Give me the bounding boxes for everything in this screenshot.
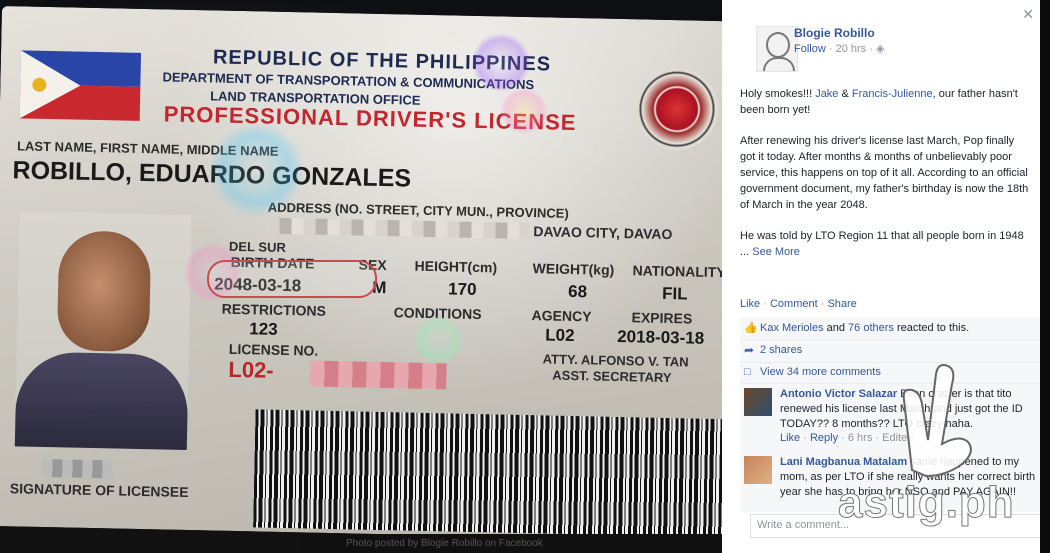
expires-value: 2018-03-18	[617, 326, 705, 348]
reactions-bar: 👍 Kax Merioles and 76 others reacted to …	[740, 317, 1040, 340]
license-no-value: L02-	[228, 356, 274, 383]
watermark-text: astig.ph	[838, 478, 1015, 528]
birth-date-highlight	[207, 260, 377, 298]
restrictions-value: 123	[249, 319, 278, 339]
reactor-name[interactable]: Kax Merioles	[760, 322, 824, 334]
post-text: Holy smokes!!!	[740, 88, 816, 100]
reactions-tail: reacted to this.	[893, 322, 970, 334]
action-separator: ·	[760, 298, 770, 310]
follow-link[interactable]: Follow	[794, 43, 826, 55]
commenter-name[interactable]: Antonio Victor Salazar	[780, 388, 897, 400]
commenter-avatar[interactable]	[744, 388, 772, 416]
expires-label: EXPIRES	[631, 309, 693, 327]
nationality-value: FIL	[661, 283, 688, 304]
restrictions-label: RESTRICTIONS	[221, 300, 327, 319]
comment-action-separator: ·	[800, 432, 810, 444]
reactors-others[interactable]: 76 others	[848, 322, 894, 334]
tag-francis-julienne[interactable]: Francis-Julienne	[852, 88, 933, 100]
weight-label: WEIGHT(kg)	[532, 260, 615, 278]
signature-label: SIGNATURE OF LICENSEE	[9, 480, 189, 501]
meta-separator: ·	[828, 43, 836, 55]
address-line2: DEL SUR	[228, 238, 286, 255]
viewer-edge	[1040, 0, 1050, 553]
globe-icon: ◈	[875, 43, 885, 55]
address-redacted	[267, 217, 530, 240]
photo-caption-strip: Photo posted by Blogie Robillo on Facebo…	[300, 534, 722, 553]
photo-caption: Photo posted by Blogie Robillo on Facebo…	[346, 538, 543, 549]
share-arrow-icon: ➦	[744, 343, 755, 357]
comment-reply-link[interactable]: Reply	[810, 432, 838, 444]
comment-link[interactable]: Comment	[770, 298, 818, 310]
license-photo[interactable]: REPUBLIC OF THE PHILIPPINES DEPARTMENT O…	[0, 0, 722, 553]
share-link[interactable]: Share	[827, 298, 856, 310]
post-text: &	[838, 88, 852, 100]
lto-seal-icon	[635, 67, 719, 152]
post-actions: Like · Comment · Share	[740, 298, 857, 310]
signatory-title: ASST. SECRETARY	[552, 367, 672, 386]
license-no-redacted	[310, 360, 447, 390]
view-more-comments-link[interactable]: View 34 more comments	[760, 366, 881, 378]
write-comment-placeholder: Write a comment...	[757, 519, 850, 531]
post-paragraph: Holy smokes!!! Jake & Francis-Julienne, …	[740, 86, 1030, 118]
post-time[interactable]: 20 hrs	[836, 43, 867, 55]
tag-jake[interactable]: Jake	[815, 88, 838, 100]
comment-action-separator: ·	[838, 432, 848, 444]
commenter-avatar[interactable]	[744, 456, 772, 484]
see-more-link[interactable]: See More	[752, 246, 800, 258]
post-meta: Follow · 20 hrs · ◈	[794, 42, 884, 55]
philippine-flag-icon	[19, 50, 142, 121]
barcode	[253, 409, 722, 538]
signature-redacted	[42, 458, 113, 479]
license-no-label: LICENSE NO.	[228, 340, 319, 359]
post-paragraph: He was told by LTO Region 11 that all pe…	[740, 228, 1030, 260]
meta-separator: ·	[869, 43, 876, 55]
like-link[interactable]: Like	[740, 298, 760, 310]
reactions-and: and	[823, 322, 849, 334]
author-avatar[interactable]	[756, 26, 798, 72]
peace-hand-icon	[902, 364, 972, 478]
hologram-mark	[412, 314, 464, 366]
reactions-text: Kax Merioles and 76 others reacted to th…	[760, 322, 969, 334]
signatory-name: ATTY. ALFONSO V. TAN	[542, 351, 689, 370]
height-value: 170	[447, 279, 477, 299]
thumbs-up-icon: 👍	[744, 322, 758, 334]
facebook-post-panel: ✕ Blogie Robillo Follow · 20 hrs · ◈ Hol…	[722, 0, 1040, 553]
agency-value: L02	[545, 325, 575, 346]
comment-bubble-icon: □	[744, 366, 751, 378]
nationality-label: NATIONALITY	[632, 262, 722, 281]
author-name[interactable]: Blogie Robillo	[794, 26, 875, 40]
licensee-photo	[14, 211, 192, 450]
post-paragraph: After renewing his driver's license last…	[740, 135, 1029, 211]
comment-like-link[interactable]: Like	[780, 432, 800, 444]
weight-value: 68	[567, 281, 588, 302]
action-separator: ·	[817, 298, 828, 310]
comment-time[interactable]: 6 hrs	[848, 432, 872, 444]
address-tail: DAVAO CITY, DAVAO	[533, 223, 673, 243]
post-body: Holy smokes!!! Jake & Francis-Julienne, …	[740, 86, 1030, 275]
close-icon[interactable]: ✕	[1022, 6, 1034, 23]
shares-count[interactable]: 2 shares	[760, 344, 802, 356]
comment-action-separator: ·	[872, 432, 883, 444]
agency-label: AGENCY	[531, 307, 592, 325]
height-label: HEIGHT(cm)	[414, 257, 498, 276]
